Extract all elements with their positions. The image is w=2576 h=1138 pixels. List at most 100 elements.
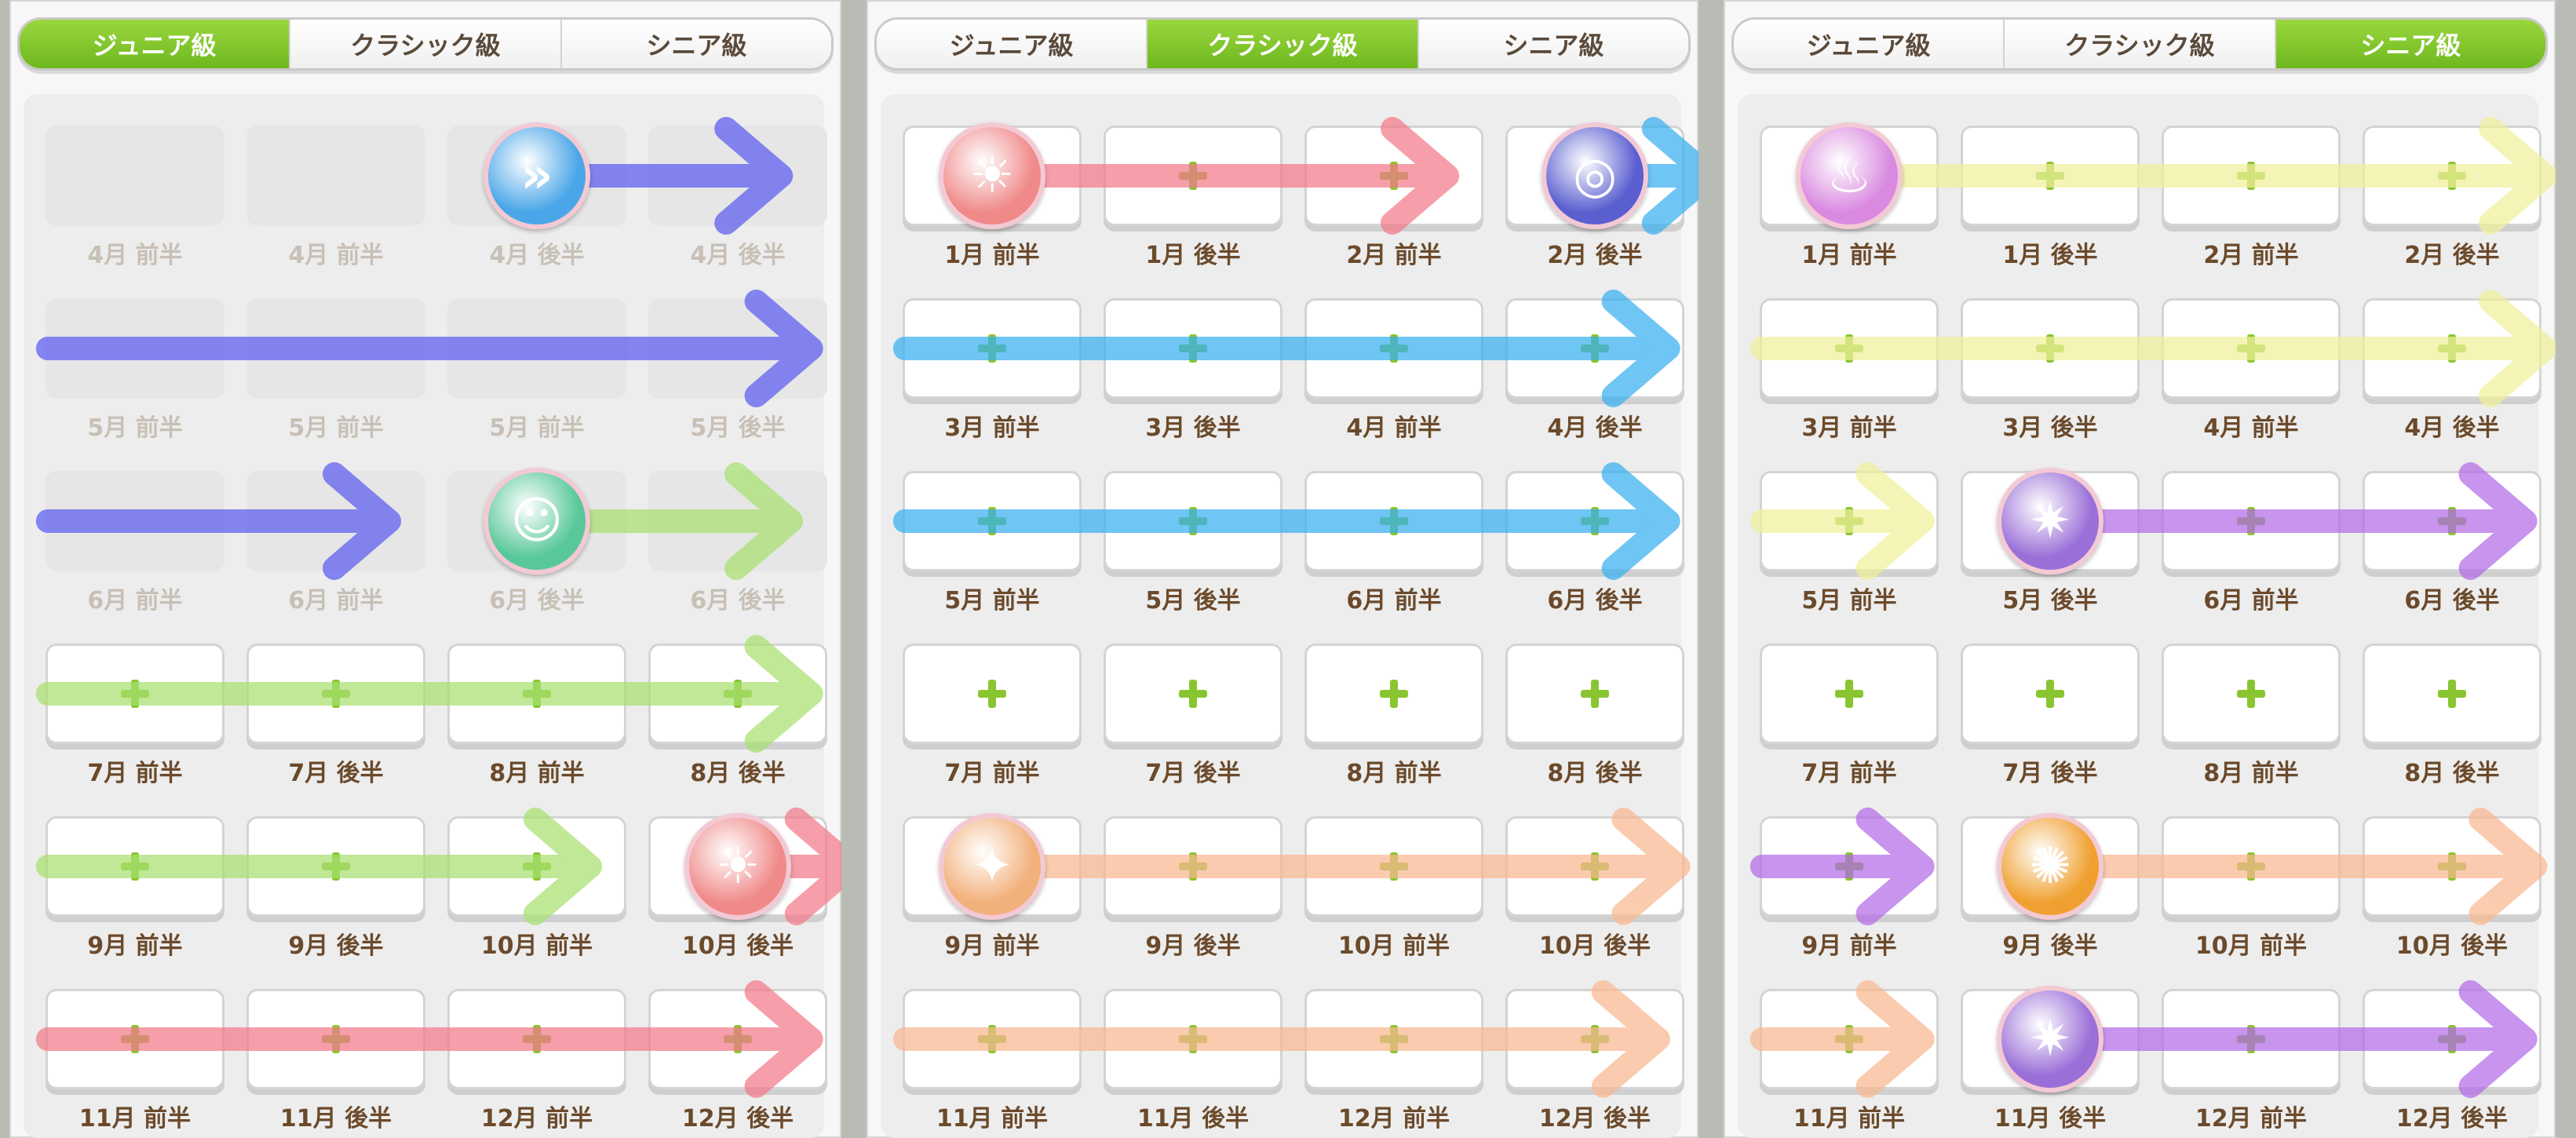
tab-grade-2[interactable]: シニア級 [2274, 20, 2545, 68]
race-slot[interactable] [1104, 989, 1283, 1089]
race-slot[interactable] [2363, 816, 2541, 917]
slot-date-label: 7月 後半 [2002, 760, 2098, 787]
race-slot[interactable] [1304, 298, 1483, 399]
tab-grade-1[interactable]: クラシック級 [2003, 20, 2275, 68]
race-slot[interactable] [447, 644, 626, 744]
slot-date-label: 1月 後半 [2002, 242, 2098, 269]
wind-skill-icon[interactable]: ◎ [1542, 122, 1648, 229]
race-slot[interactable] [903, 644, 1082, 744]
race-slot[interactable] [2162, 989, 2341, 1089]
slot-date-label: 3月 後半 [1145, 414, 1241, 442]
race-slot[interactable] [1961, 644, 2140, 744]
race-slot[interactable] [2363, 126, 2541, 226]
slot-date-label: 1月 前半 [944, 242, 1040, 269]
race-slot[interactable] [903, 989, 1082, 1089]
race-slot[interactable] [1505, 816, 1684, 917]
race-slot[interactable] [46, 126, 224, 226]
race-slot[interactable] [46, 471, 224, 571]
bath-skill-icon[interactable]: ♨ [1796, 122, 1903, 229]
race-slot[interactable] [1961, 126, 2140, 226]
star-skill-icon[interactable]: ✷ [1997, 986, 2103, 1092]
race-slot[interactable] [447, 989, 626, 1089]
race-slot[interactable] [903, 298, 1082, 399]
tab-grade-2[interactable]: シニア級 [560, 20, 831, 68]
race-slot[interactable] [1104, 644, 1283, 744]
smile-skill-icon[interactable]: ☺ [483, 468, 590, 574]
race-slot[interactable] [1104, 126, 1283, 226]
race-slot[interactable] [2162, 644, 2341, 744]
race-slot[interactable] [1104, 471, 1283, 571]
race-slot[interactable] [2363, 298, 2541, 399]
race-slot[interactable] [1304, 126, 1483, 226]
race-slot[interactable] [648, 989, 827, 1089]
race-slot[interactable] [2162, 816, 2341, 917]
slot-date-label: 12月 後半 [681, 1105, 794, 1133]
race-slot[interactable] [46, 644, 224, 744]
race-slot[interactable] [246, 816, 425, 917]
tab-grade-0[interactable]: ジュニア級 [1734, 20, 2004, 68]
slot-date-label: 6月 後半 [2404, 587, 2500, 615]
add-plus-icon [1176, 504, 1210, 538]
schedule-panel-1: ジュニア級 クラシック級 シニア級 1月 前半 1月 後半 2月 前半 2月 後半 3月 前半… [867, 0, 1698, 1138]
race-slot[interactable] [1760, 816, 1939, 917]
tab-grade-2[interactable]: シニア級 [1417, 20, 1688, 68]
race-slot[interactable] [1961, 298, 2140, 399]
meditate-skill-icon[interactable]: ☀ [684, 813, 791, 920]
race-slot[interactable] [246, 989, 425, 1089]
race-slot[interactable] [447, 816, 626, 917]
race-slot[interactable] [246, 644, 425, 744]
star-skill-icon[interactable]: ✷ [1997, 468, 2103, 574]
race-slot[interactable] [1505, 644, 1684, 744]
race-slot[interactable] [648, 298, 827, 399]
race-slot[interactable] [1104, 298, 1283, 399]
tab-grade-0[interactable]: ジュニア級 [20, 20, 290, 68]
slot-date-label: 10月 後半 [1538, 932, 1651, 960]
race-slot[interactable] [2363, 644, 2541, 744]
race-slot[interactable] [246, 298, 425, 399]
meditate-skill-icon[interactable]: ☀ [939, 122, 1045, 229]
add-plus-icon [1832, 331, 1866, 366]
race-slot[interactable] [1760, 644, 1939, 744]
slot-date-label: 4月 前半 [1346, 414, 1442, 442]
race-slot[interactable] [246, 126, 425, 226]
race-slot[interactable] [2162, 126, 2341, 226]
race-slot[interactable] [1760, 471, 1939, 571]
race-slot[interactable] [2162, 298, 2341, 399]
race-slot[interactable] [648, 644, 827, 744]
slot-date-label: 7月 前半 [944, 760, 1040, 787]
race-slot[interactable] [1760, 298, 1939, 399]
race-slot[interactable] [1760, 989, 1939, 1089]
race-slot[interactable] [46, 298, 224, 399]
race-slot[interactable] [1304, 816, 1483, 917]
add-plus-icon [1832, 504, 1866, 538]
slot-date-label: 9月 後半 [288, 932, 384, 960]
race-slot[interactable] [46, 816, 224, 917]
tab-grade-0[interactable]: ジュニア級 [877, 20, 1147, 68]
race-slot[interactable] [1304, 471, 1483, 571]
tab-grade-1[interactable]: クラシック級 [289, 20, 560, 68]
race-slot[interactable] [447, 298, 626, 399]
race-slot[interactable] [1505, 298, 1684, 399]
slot-date-label: 3月 前半 [944, 414, 1040, 442]
race-slot[interactable] [903, 471, 1082, 571]
slot-date-label: 4月 後半 [489, 242, 585, 269]
race-slot[interactable] [648, 471, 827, 571]
race-slot[interactable] [1304, 644, 1483, 744]
tab-grade-1[interactable]: クラシック級 [1146, 20, 1418, 68]
boot-skill-icon[interactable]: ✦ [939, 813, 1045, 920]
race-slot[interactable] [2363, 989, 2541, 1089]
race-slot[interactable] [648, 126, 827, 226]
race-slot[interactable] [246, 471, 425, 571]
race-slot[interactable] [2162, 471, 2341, 571]
race-slot[interactable] [1104, 816, 1283, 917]
grade-tabs: ジュニア級 クラシック級 シニア級 [17, 17, 834, 71]
race-slot[interactable] [1304, 989, 1483, 1089]
runner-skill-icon[interactable]: » [483, 122, 590, 229]
rainbow-skill-icon[interactable]: ✺ [1997, 813, 2103, 920]
add-plus-icon [2234, 331, 2268, 366]
slot-date-label: 4月 後半 [2404, 414, 2500, 442]
race-slot[interactable] [2363, 471, 2541, 571]
race-slot[interactable] [1505, 989, 1684, 1089]
race-slot[interactable] [46, 989, 224, 1089]
race-slot[interactable] [1505, 471, 1684, 571]
